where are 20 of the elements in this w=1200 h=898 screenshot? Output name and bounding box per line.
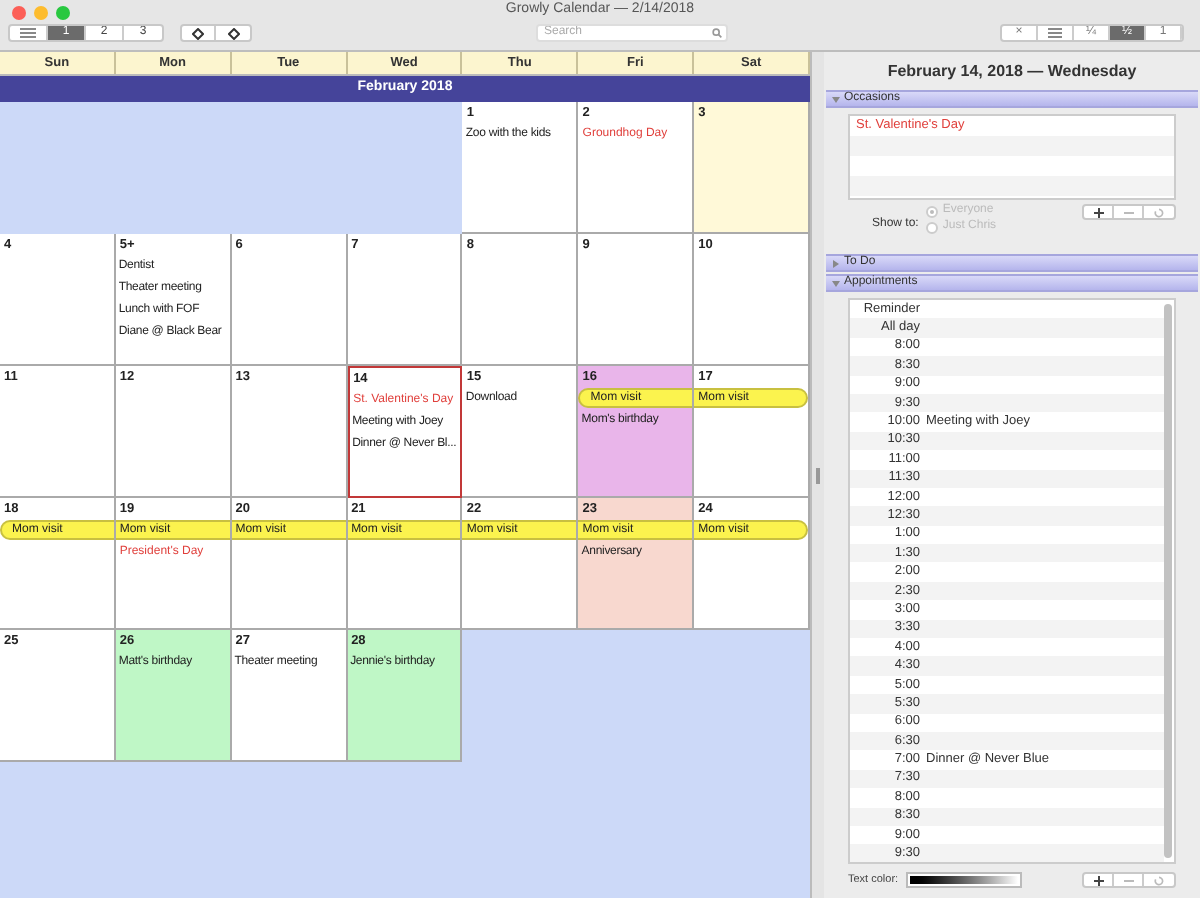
lines-icon bbox=[1048, 28, 1062, 38]
expanded-triangle-icon bbox=[832, 279, 840, 287]
expanded-triangle-icon bbox=[832, 95, 840, 103]
plus-icon bbox=[1093, 207, 1103, 217]
close-button[interactable] bbox=[12, 6, 26, 20]
minus-icon bbox=[1123, 875, 1133, 885]
minus-icon bbox=[1123, 207, 1133, 217]
scrollbar[interactable] bbox=[1164, 304, 1172, 858]
refresh-icon bbox=[1154, 207, 1164, 217]
minimize-button[interactable] bbox=[34, 6, 48, 20]
diamond-arrow-icon bbox=[192, 27, 204, 39]
color-well[interactable] bbox=[906, 872, 1023, 888]
diamond-arrow-icon bbox=[227, 27, 239, 39]
refresh-icon bbox=[1154, 875, 1164, 885]
date-heading: February 14, 2018 — Wednesday bbox=[887, 59, 1137, 83]
list-icon bbox=[20, 28, 36, 38]
search-icon bbox=[712, 28, 722, 38]
collapsed-triangle-icon bbox=[832, 259, 840, 267]
zoom-button[interactable] bbox=[56, 6, 70, 20]
plus-icon bbox=[1093, 875, 1103, 885]
